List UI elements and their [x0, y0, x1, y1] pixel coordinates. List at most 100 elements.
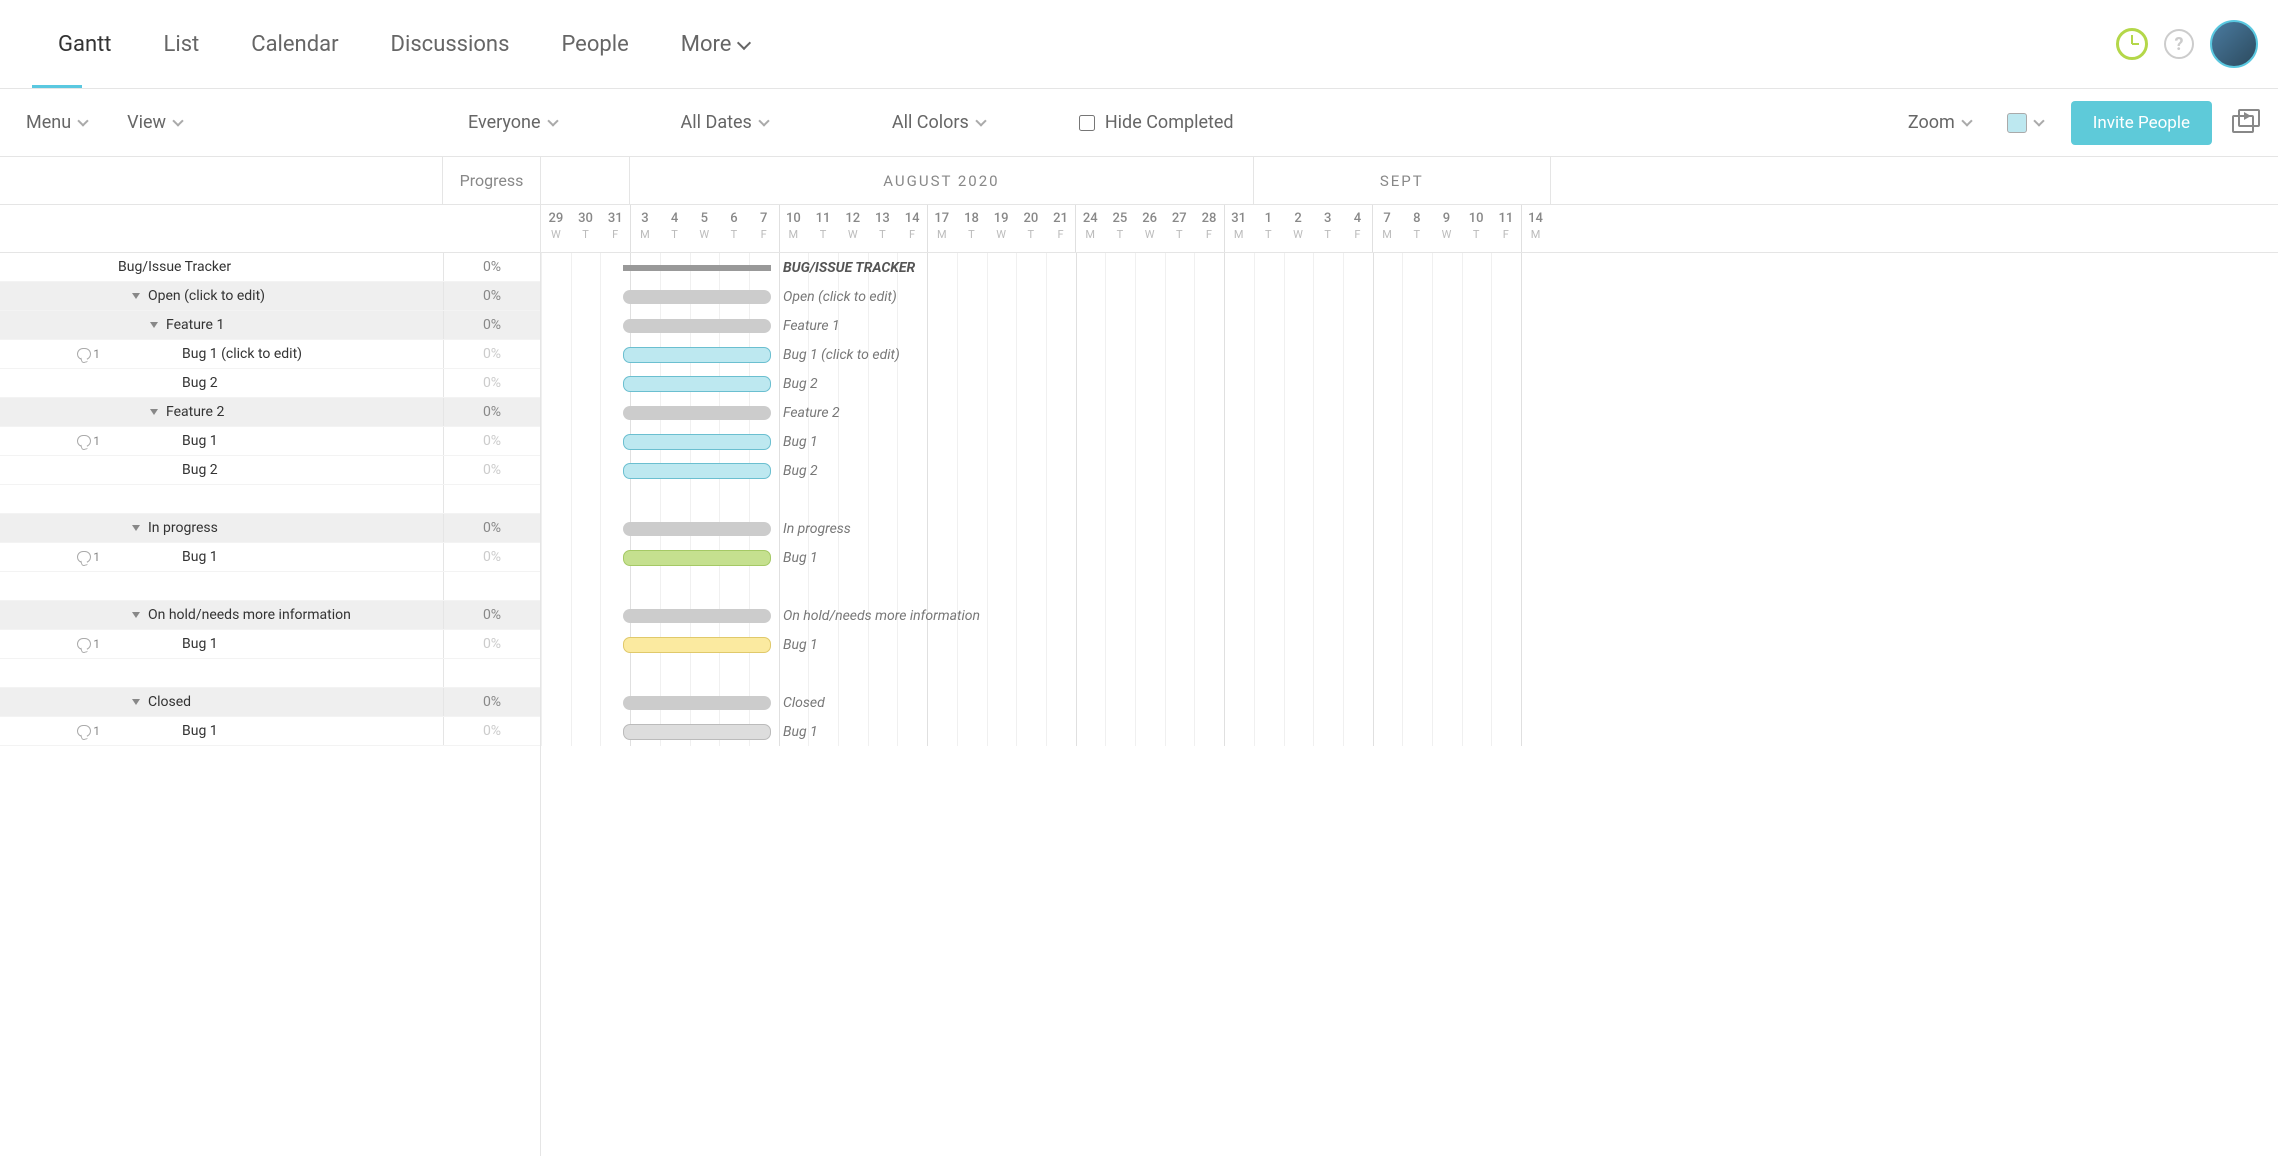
gantt-row[interactable]: BUG/ISSUE TRACKER	[541, 253, 2278, 282]
day-cell: 31M	[1224, 205, 1254, 252]
task-row[interactable]: Closed 0%	[0, 688, 540, 717]
gantt-row[interactable]: Bug 1	[541, 630, 2278, 659]
gantt-row[interactable]: Bug 1	[541, 427, 2278, 456]
gantt-row[interactable]: In progress	[541, 514, 2278, 543]
tab-calendar[interactable]: Calendar	[225, 0, 364, 88]
toolbar: Menu View Everyone All Dates All Colors …	[0, 89, 2278, 157]
task-row[interactable]	[0, 572, 540, 601]
day-cell: 10M	[779, 205, 809, 252]
task-row[interactable]: 1Bug 10%	[0, 427, 540, 456]
task-row[interactable]: Feature 20%	[0, 398, 540, 427]
comment-icon[interactable]	[77, 551, 91, 563]
help-icon[interactable]: ?	[2164, 29, 2194, 59]
task-row[interactable]	[0, 659, 540, 688]
tab-people[interactable]: People	[535, 0, 654, 88]
gantt-bar[interactable]	[623, 290, 771, 304]
gantt-area[interactable]: AUGUST 2020SEPT 29W30T31F3M4T5W6T7F10M11…	[540, 157, 2278, 1156]
task-row[interactable]: 1Bug 10%	[0, 630, 540, 659]
gantt-bar[interactable]	[623, 376, 771, 392]
task-row[interactable]: 1Bug 1 (click to edit)0%	[0, 340, 540, 369]
avatar[interactable]	[2210, 20, 2258, 68]
task-row[interactable]: Bug 20%	[0, 456, 540, 485]
gantt-row[interactable]	[541, 572, 2278, 601]
expand-toggle-icon[interactable]	[132, 525, 140, 531]
gantt-bar-label: Bug 1 (click to edit)	[783, 347, 900, 363]
comment-icon[interactable]	[77, 435, 91, 447]
filter-people[interactable]: Everyone	[460, 106, 565, 139]
task-row[interactable]	[0, 485, 540, 514]
day-cell: 31F	[600, 205, 630, 252]
day-cell: 4F	[1343, 205, 1373, 252]
gantt-row[interactable]: On hold/needs more information	[541, 601, 2278, 630]
filter-colors[interactable]: All Colors	[884, 106, 993, 139]
gantt-row[interactable]: Feature 2	[541, 398, 2278, 427]
gantt-bar[interactable]	[623, 637, 771, 653]
task-name: Open (click to edit)	[148, 288, 265, 304]
color-picker[interactable]	[1999, 107, 2051, 139]
gantt-bar[interactable]	[623, 522, 771, 536]
gantt-bar[interactable]	[623, 406, 771, 420]
expand-toggle-icon[interactable]	[150, 322, 158, 328]
gantt-bar-label: Feature 2	[783, 405, 840, 421]
gantt-row[interactable]: Bug 1 (click to edit)	[541, 340, 2278, 369]
comment-icon[interactable]	[77, 725, 91, 737]
expand-toggle-icon[interactable]	[132, 293, 140, 299]
gantt-row[interactable]	[541, 485, 2278, 514]
gantt-bar[interactable]	[623, 609, 771, 623]
gantt-bar[interactable]	[623, 347, 771, 363]
expand-toggle-icon[interactable]	[132, 612, 140, 618]
expand-toggle-icon[interactable]	[132, 699, 140, 705]
task-row[interactable]: Feature 10%	[0, 311, 540, 340]
day-cell: 18T	[957, 205, 987, 252]
gantt-bar[interactable]	[623, 434, 771, 450]
comment-icon[interactable]	[77, 638, 91, 650]
menu-button[interactable]: Menu	[18, 106, 95, 139]
gantt-row[interactable]	[541, 659, 2278, 688]
gantt-bar-label: Bug 2	[783, 463, 818, 479]
tab-discussions[interactable]: Discussions	[365, 0, 536, 88]
gantt-row[interactable]: Open (click to edit)	[541, 282, 2278, 311]
gantt-row[interactable]: Closed	[541, 688, 2278, 717]
task-name: Bug 1	[182, 636, 218, 652]
day-cell: 10T	[1461, 205, 1491, 252]
gantt-bar[interactable]	[623, 319, 771, 333]
gantt-bar[interactable]	[623, 696, 771, 710]
task-row[interactable]: 1Bug 10%	[0, 717, 540, 746]
zoom-button[interactable]: Zoom	[1900, 106, 1979, 139]
gantt-bar-label: Feature 1	[783, 318, 840, 334]
task-name: Closed	[148, 694, 191, 710]
task-row[interactable]: In progress0%	[0, 514, 540, 543]
task-row[interactable]: Bug/Issue Tracker0%	[0, 253, 540, 282]
gantt-bar[interactable]	[623, 550, 771, 566]
day-cell: 26W	[1135, 205, 1165, 252]
gantt-bar[interactable]	[623, 265, 771, 271]
gantt-row[interactable]: Bug 1	[541, 543, 2278, 572]
tab-gantt[interactable]: Gantt	[32, 0, 138, 88]
task-progress: 0%	[443, 427, 540, 455]
view-button[interactable]: View	[119, 106, 190, 139]
expand-toggle-icon[interactable]	[150, 409, 158, 415]
gantt-bar[interactable]	[623, 724, 771, 740]
task-row[interactable]: 1Bug 10%	[0, 543, 540, 572]
gantt-row[interactable]: Bug 1	[541, 717, 2278, 746]
task-row[interactable]: On hold/needs more information0%	[0, 601, 540, 630]
gantt-row[interactable]: Feature 1	[541, 311, 2278, 340]
gantt-bar[interactable]	[623, 463, 771, 479]
gantt-bar-label: Bug 1	[783, 434, 818, 450]
hide-completed-checkbox[interactable]	[1079, 115, 1095, 131]
day-row: 29W30T31F3M4T5W6T7F10M11T12W13T14F17M18T…	[541, 205, 2278, 253]
comment-icon[interactable]	[77, 348, 91, 360]
tab-list[interactable]: List	[138, 0, 226, 88]
filter-dates[interactable]: All Dates	[673, 106, 776, 139]
gantt-row[interactable]: Bug 2	[541, 456, 2278, 485]
hide-completed-toggle[interactable]: Hide Completed	[1071, 106, 1242, 139]
task-row[interactable]: Bug 20%	[0, 369, 540, 398]
day-cell: 20T	[1016, 205, 1046, 252]
gantt-row[interactable]: Bug 2	[541, 369, 2278, 398]
task-row[interactable]: Open (click to edit)0%	[0, 282, 540, 311]
task-progress: 0%	[443, 688, 540, 716]
presentation-icon[interactable]	[2232, 109, 2260, 137]
clock-icon[interactable]	[2116, 28, 2148, 60]
invite-people-button[interactable]: Invite People	[2071, 101, 2212, 145]
tab-more[interactable]: More	[655, 0, 776, 88]
